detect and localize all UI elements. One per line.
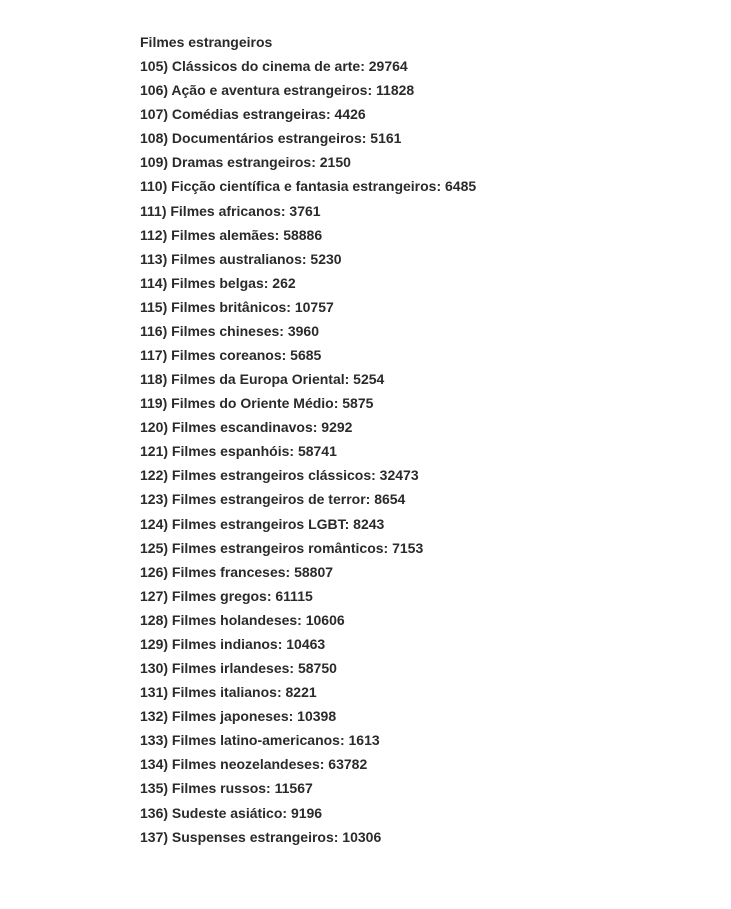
- list-item: 119) Filmes do Oriente Médio: 5875: [140, 391, 731, 415]
- list-item: 114) Filmes belgas: 262: [140, 271, 731, 295]
- list-item: 134) Filmes neozelandeses: 63782: [140, 752, 731, 776]
- list-item: 110) Ficção científica e fantasia estran…: [140, 174, 731, 198]
- list-item: 125) Filmes estrangeiros românticos: 715…: [140, 536, 731, 560]
- list-item: 107) Comédias estrangeiras: 4426: [140, 102, 731, 126]
- list-item: 108) Documentários estrangeiros: 5161: [140, 126, 731, 150]
- list-item: 106) Ação e aventura estrangeiros: 11828: [140, 78, 731, 102]
- list-item: 128) Filmes holandeses: 10606: [140, 608, 731, 632]
- list-item: 123) Filmes estrangeiros de terror: 8654: [140, 487, 731, 511]
- list-item: 133) Filmes latino-americanos: 1613: [140, 728, 731, 752]
- list-item: 132) Filmes japoneses: 10398: [140, 704, 731, 728]
- list-item: 135) Filmes russos: 11567: [140, 776, 731, 800]
- list-item: 127) Filmes gregos: 61115: [140, 584, 731, 608]
- list-item: 117) Filmes coreanos: 5685: [140, 343, 731, 367]
- list-item: 130) Filmes irlandeses: 58750: [140, 656, 731, 680]
- list-item: 116) Filmes chineses: 3960: [140, 319, 731, 343]
- list-item: 113) Filmes australianos: 5230: [140, 247, 731, 271]
- list-item: 126) Filmes franceses: 58807: [140, 560, 731, 584]
- category-list: Filmes estrangeiros 105) Clássicos do ci…: [140, 30, 731, 849]
- list-item: 131) Filmes italianos: 8221: [140, 680, 731, 704]
- list-item: 112) Filmes alemães: 58886: [140, 223, 731, 247]
- list-item: 111) Filmes africanos: 3761: [140, 199, 731, 223]
- list-item: 121) Filmes espanhóis: 58741: [140, 439, 731, 463]
- list-item: 109) Dramas estrangeiros: 2150: [140, 150, 731, 174]
- list-item: 124) Filmes estrangeiros LGBT: 8243: [140, 512, 731, 536]
- list-item: 115) Filmes britânicos: 10757: [140, 295, 731, 319]
- list-item: 137) Suspenses estrangeiros: 10306: [140, 825, 731, 849]
- list-item: 129) Filmes indianos: 10463: [140, 632, 731, 656]
- list-item: 105) Clássicos do cinema de arte: 29764: [140, 54, 731, 78]
- section-title: Filmes estrangeiros: [140, 30, 731, 54]
- list-item: 136) Sudeste asiático: 9196: [140, 801, 731, 825]
- list-item: 118) Filmes da Europa Oriental: 5254: [140, 367, 731, 391]
- list-item: 120) Filmes escandinavos: 9292: [140, 415, 731, 439]
- list-item: 122) Filmes estrangeiros clássicos: 3247…: [140, 463, 731, 487]
